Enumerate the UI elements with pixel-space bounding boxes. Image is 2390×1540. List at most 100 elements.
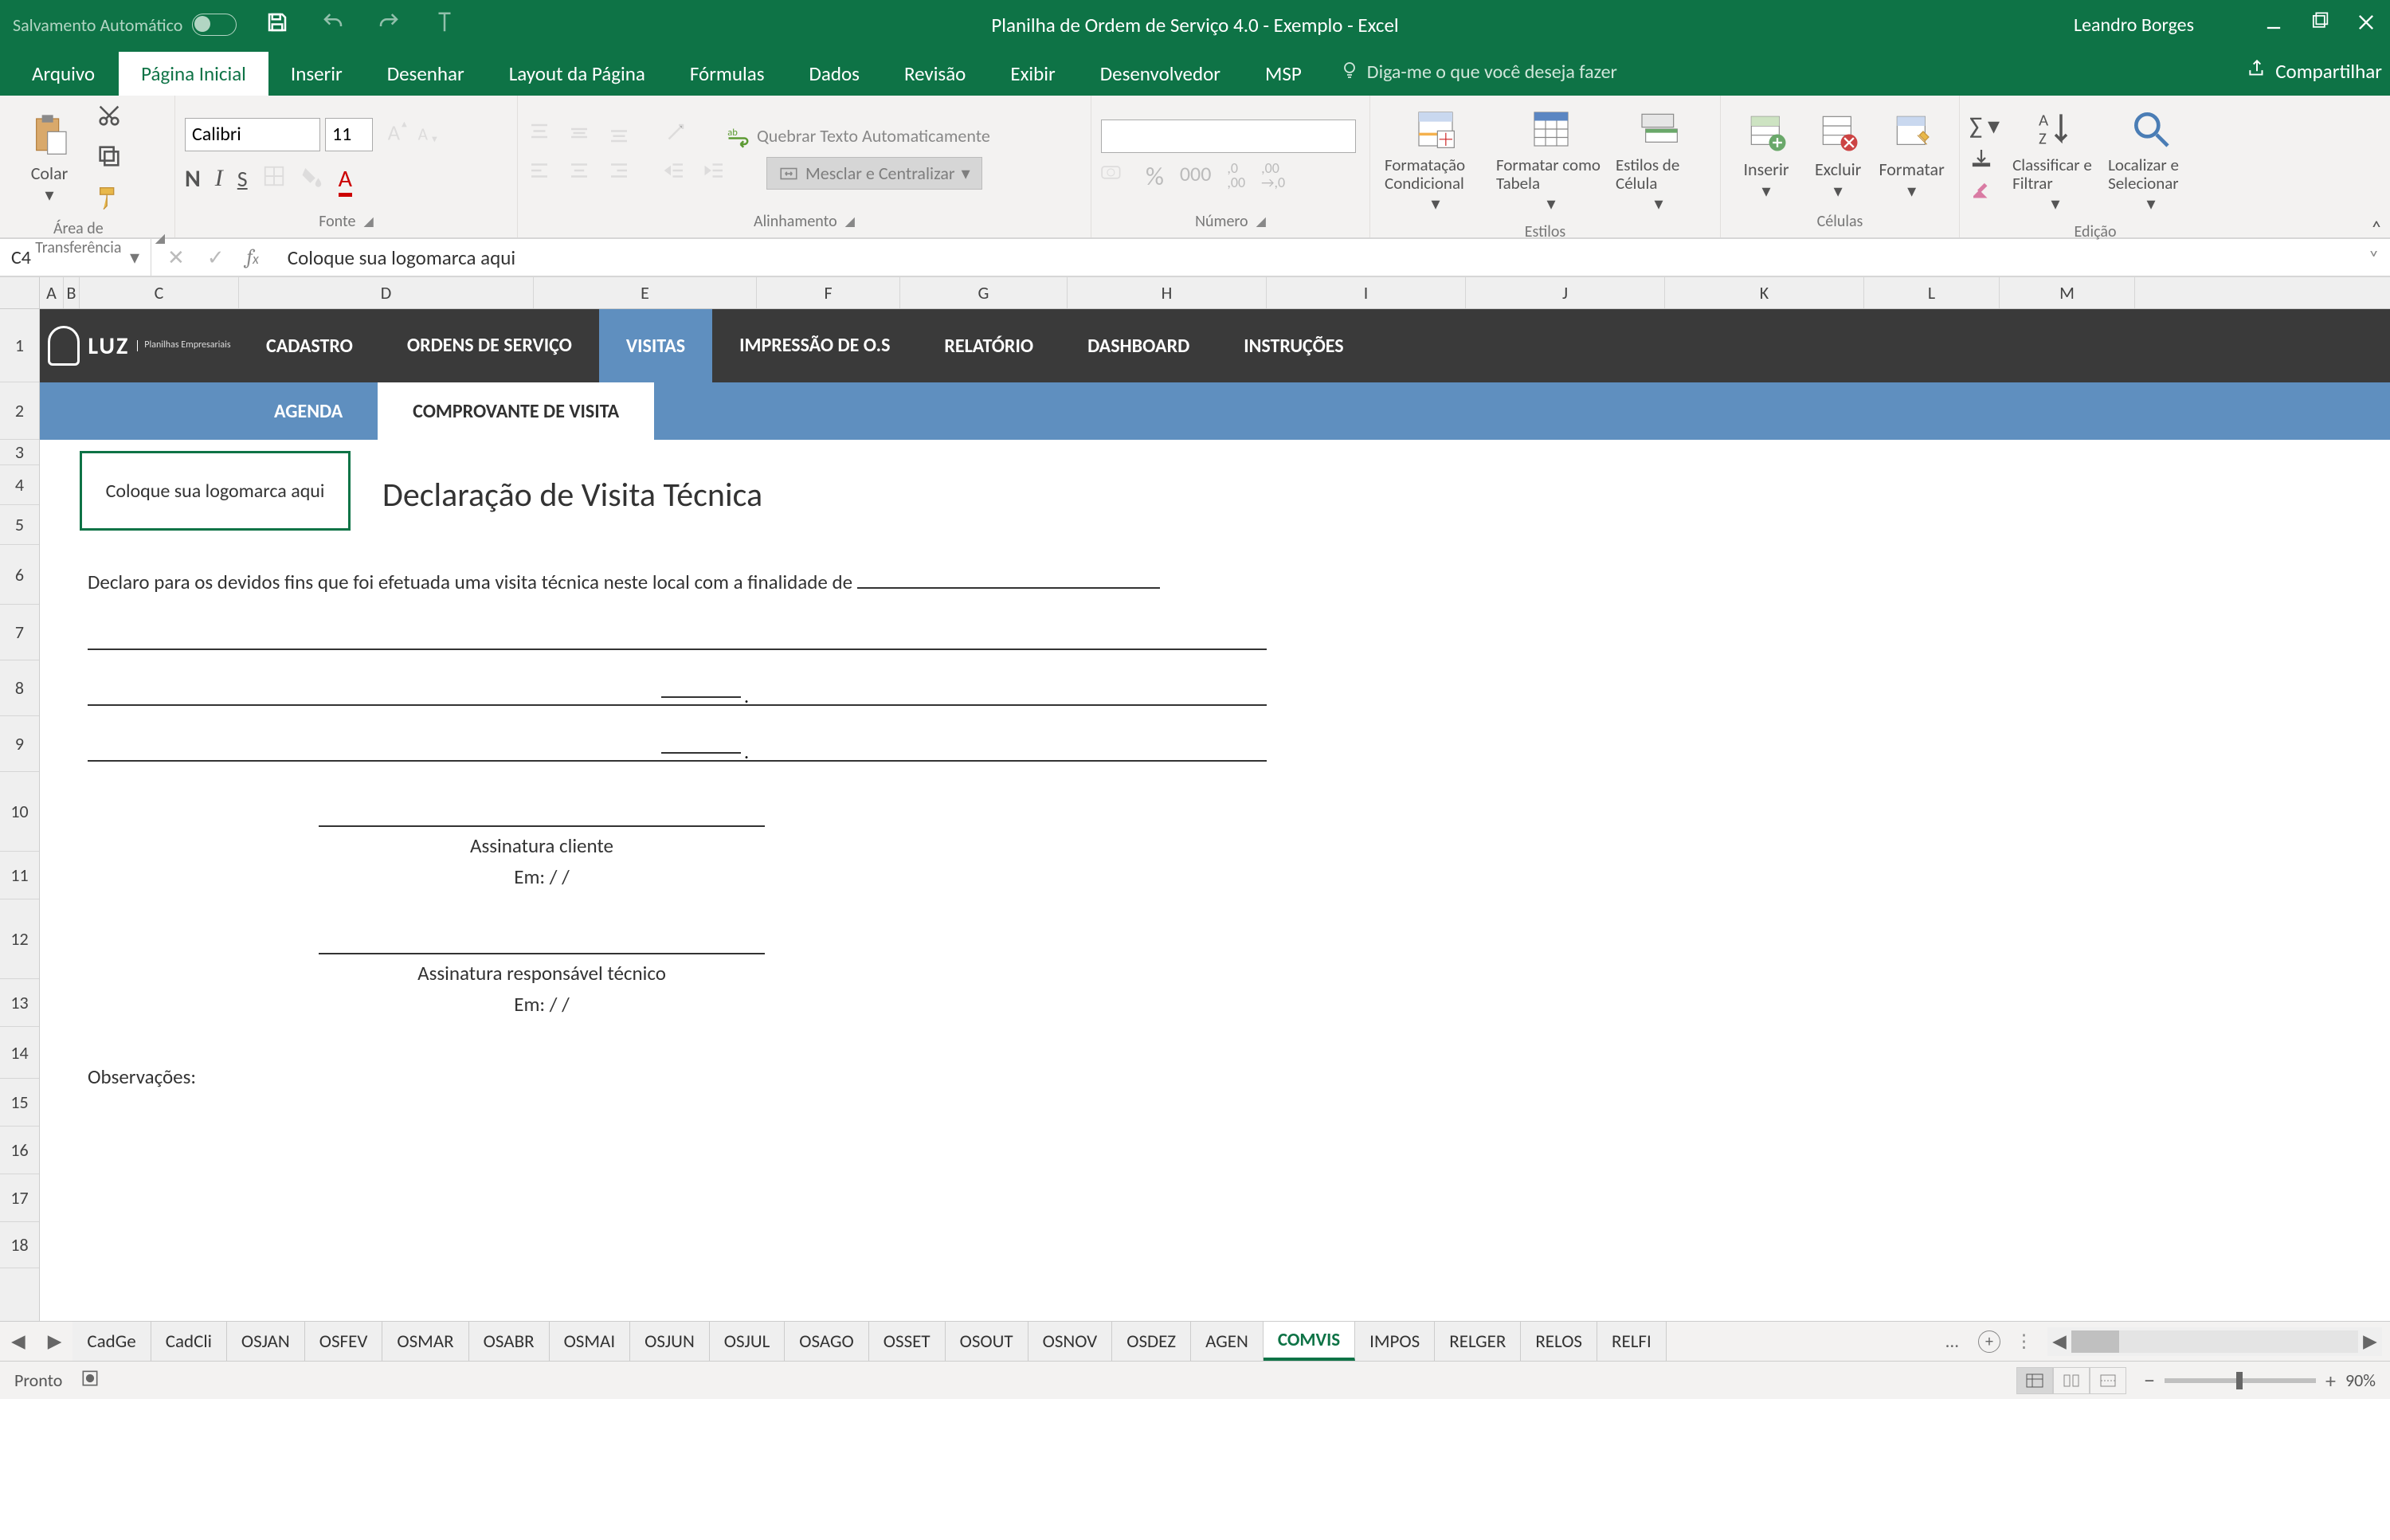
tab-view[interactable]: Exibir bbox=[988, 52, 1077, 96]
align-bottom-icon[interactable] bbox=[607, 121, 631, 151]
decrease-font-icon[interactable]: A▾ bbox=[416, 119, 441, 150]
macro-record-icon[interactable] bbox=[80, 1368, 100, 1393]
italic-icon[interactable]: I bbox=[215, 165, 223, 192]
worksheet-tab[interactable]: CadCli bbox=[151, 1322, 227, 1361]
nav-cadastro[interactable]: CADASTRO bbox=[239, 309, 380, 382]
collapse-ribbon-icon[interactable]: ˄ bbox=[2371, 215, 2382, 241]
nav-impressao[interactable]: IMPRESSÃO DE O.S bbox=[712, 309, 917, 382]
worksheet-tab[interactable]: RELFI bbox=[1597, 1322, 1667, 1361]
minimize-icon[interactable] bbox=[2263, 11, 2285, 39]
sheet-content[interactable]: LUZ Planilhas Empresariais CADASTRO ORDE… bbox=[40, 309, 2390, 1321]
increase-decimal-icon[interactable]: ,0,00 bbox=[1227, 161, 1245, 192]
dialog-launcher-icon[interactable]: ◢ bbox=[155, 230, 165, 246]
worksheet-tab[interactable]: OSJUN bbox=[630, 1322, 710, 1361]
nav-dashboard[interactable]: DASHBOARD bbox=[1060, 309, 1217, 382]
row-header[interactable]: 7 bbox=[0, 605, 39, 660]
column-header[interactable]: M bbox=[2000, 277, 2135, 308]
worksheet-tab[interactable]: OSDEZ bbox=[1112, 1322, 1191, 1361]
column-header[interactable]: H bbox=[1068, 277, 1267, 308]
select-all-corner[interactable] bbox=[0, 277, 40, 308]
column-header[interactable]: C bbox=[80, 277, 239, 308]
maximize-icon[interactable] bbox=[2309, 11, 2331, 39]
find-select-button[interactable]: Localizar e Selecionar▾ bbox=[2103, 102, 2199, 219]
worksheet-tab[interactable]: OSJUL bbox=[710, 1322, 785, 1361]
zoom-level[interactable]: 90% bbox=[2345, 1370, 2376, 1391]
close-icon[interactable] bbox=[2355, 11, 2377, 39]
underline-icon[interactable]: S bbox=[237, 165, 248, 193]
column-header[interactable]: L bbox=[1864, 277, 2000, 308]
column-header[interactable]: D bbox=[239, 277, 534, 308]
save-icon[interactable] bbox=[265, 10, 289, 40]
align-right-icon[interactable] bbox=[607, 159, 631, 188]
copy-icon[interactable] bbox=[96, 143, 123, 175]
decrease-decimal-icon[interactable]: ,00→,0 bbox=[1261, 161, 1285, 192]
tab-split-icon[interactable]: ⋮ bbox=[2008, 1330, 2039, 1353]
logo-placeholder-cell[interactable]: Coloque sua logomarca aqui bbox=[80, 451, 351, 531]
insert-cells-button[interactable]: Inserir▾ bbox=[1730, 104, 1802, 206]
worksheet-tab[interactable]: OSJAN bbox=[227, 1322, 305, 1361]
redo-icon[interactable] bbox=[377, 10, 401, 40]
column-header[interactable]: J bbox=[1466, 277, 1665, 308]
tab-review[interactable]: Revisão bbox=[882, 52, 988, 96]
tab-formulas[interactable]: Fórmulas bbox=[668, 52, 787, 96]
insert-function-icon[interactable]: fx bbox=[247, 245, 259, 269]
cut-icon[interactable] bbox=[96, 102, 123, 135]
worksheet-tab[interactable]: OSMAI bbox=[550, 1322, 631, 1361]
worksheet-tab[interactable]: IMPOS bbox=[1355, 1322, 1435, 1361]
expand-formula-bar-icon[interactable]: ˅ bbox=[2357, 246, 2390, 269]
worksheet-tab[interactable]: OSNOV bbox=[1028, 1322, 1113, 1361]
tab-home[interactable]: Página Inicial bbox=[119, 52, 268, 96]
worksheet-tab[interactable]: OSABR bbox=[469, 1322, 550, 1361]
row-header[interactable]: 8 bbox=[0, 660, 39, 716]
decrease-indent-icon[interactable] bbox=[663, 159, 687, 188]
row-header[interactable]: 2 bbox=[0, 382, 39, 440]
row-header[interactable]: 9 bbox=[0, 716, 39, 772]
row-header[interactable]: 16 bbox=[0, 1127, 39, 1174]
tab-data[interactable]: Dados bbox=[787, 52, 882, 96]
row-header[interactable]: 11 bbox=[0, 852, 39, 899]
tab-file[interactable]: Arquivo bbox=[8, 52, 119, 96]
format-painter-icon[interactable] bbox=[96, 183, 123, 216]
sort-filter-button[interactable]: AZ Classificar e Filtrar▾ bbox=[2008, 102, 2103, 219]
tab-draw[interactable]: Desenhar bbox=[365, 52, 487, 96]
tab-developer[interactable]: Desenvolvedor bbox=[1078, 52, 1243, 96]
cancel-formula-icon[interactable]: ✕ bbox=[167, 245, 185, 270]
column-header[interactable]: G bbox=[900, 277, 1068, 308]
comma-style-icon[interactable]: 000 bbox=[1180, 161, 1212, 192]
view-page-layout-icon[interactable] bbox=[2053, 1367, 2090, 1394]
tab-insert[interactable]: Inserir bbox=[268, 52, 365, 96]
row-header[interactable]: 6 bbox=[0, 545, 39, 605]
align-center-icon[interactable] bbox=[567, 159, 591, 188]
font-size-combo[interactable] bbox=[325, 118, 373, 151]
orientation-icon[interactable] bbox=[663, 121, 687, 151]
row-header[interactable]: 13 bbox=[0, 979, 39, 1027]
worksheet-tab[interactable]: OSFEV bbox=[305, 1322, 383, 1361]
dialog-launcher-icon[interactable]: ◢ bbox=[845, 214, 855, 229]
user-name[interactable]: Leandro Borges bbox=[2074, 14, 2194, 37]
delete-cells-button[interactable]: Excluir▾ bbox=[1802, 104, 1874, 206]
align-left-icon[interactable] bbox=[527, 159, 551, 188]
zoom-in-icon[interactable]: + bbox=[2325, 1368, 2336, 1393]
worksheet-tab[interactable]: AGEN bbox=[1191, 1322, 1264, 1361]
dialog-launcher-icon[interactable]: ◢ bbox=[1256, 214, 1266, 229]
row-header[interactable]: 17 bbox=[0, 1174, 39, 1222]
format-cells-button[interactable]: Formatar▾ bbox=[1874, 104, 1949, 206]
merge-center-button[interactable]: Mesclar e Centralizar ▾ bbox=[766, 157, 982, 190]
tell-me-search[interactable]: Diga-me o que você deseja fazer bbox=[1340, 60, 1617, 96]
qat-customize-icon[interactable] bbox=[433, 10, 456, 40]
row-header[interactable]: 12 bbox=[0, 899, 39, 979]
tab-msp[interactable]: MSP bbox=[1243, 52, 1324, 96]
number-format-combo[interactable] bbox=[1101, 120, 1356, 153]
zoom-out-icon[interactable]: − bbox=[2144, 1366, 2155, 1394]
nav-visitas[interactable]: VISITAS bbox=[599, 309, 712, 382]
worksheet-tab[interactable]: OSAGO bbox=[785, 1322, 869, 1361]
align-middle-icon[interactable] bbox=[567, 121, 591, 151]
row-header[interactable]: 18 bbox=[0, 1222, 39, 1268]
column-header[interactable]: F bbox=[757, 277, 900, 308]
enter-formula-icon[interactable]: ✓ bbox=[207, 245, 225, 270]
hscroll-thumb[interactable] bbox=[2071, 1330, 2119, 1353]
zoom-slider[interactable] bbox=[2165, 1378, 2316, 1383]
worksheet-tab[interactable]: OSOUT bbox=[946, 1322, 1028, 1361]
cell-styles-button[interactable]: Estilos de Célula▾ bbox=[1611, 102, 1706, 219]
fill-icon[interactable] bbox=[1969, 146, 2000, 175]
